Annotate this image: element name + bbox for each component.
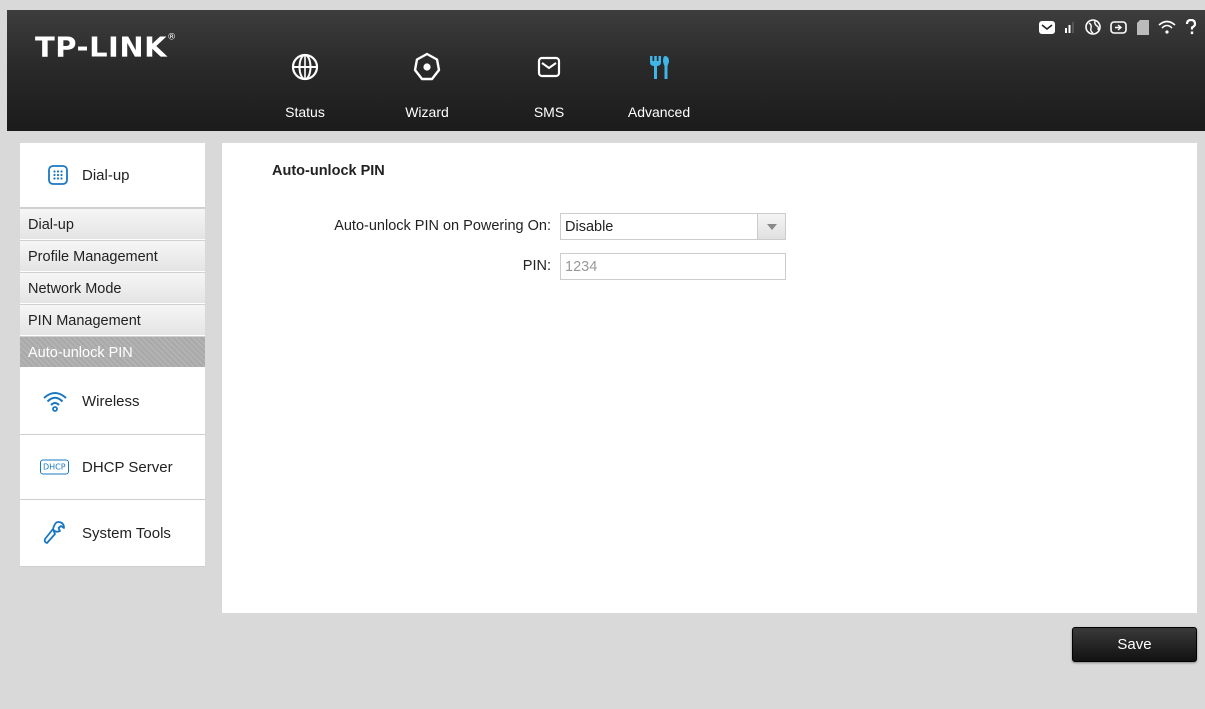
tp-link-logo: TP-LINK® <box>35 30 177 64</box>
nav-sms-label: SMS <box>533 104 565 120</box>
sidebar-item-auto-unlock-pin[interactable]: Auto-unlock PIN <box>20 336 205 368</box>
dhcp-icon: DHCP <box>40 459 69 475</box>
sidebar-item-dialup[interactable]: Dial-up <box>20 208 205 240</box>
sidebar-group-dialup-label: Dial-up <box>82 166 130 184</box>
sms-icon <box>1039 20 1055 34</box>
sidebar-group-system-tools[interactable]: System Tools <box>20 500 205 567</box>
nav-advanced[interactable]: Advanced <box>623 50 695 126</box>
sidebar-item-network-mode[interactable]: Network Mode <box>20 272 205 304</box>
battery-icon <box>1110 20 1127 34</box>
power-on-select[interactable]: Disable <box>560 213 786 240</box>
nav-status[interactable]: Status <box>275 50 335 126</box>
pin-label: PIN: <box>522 258 551 274</box>
nav-status-label: Status <box>285 104 325 120</box>
internet-icon <box>1085 19 1101 35</box>
wrench-icon <box>43 521 65 544</box>
sidebar-group-dialup[interactable]: Dial-up <box>20 143 205 208</box>
gear-icon <box>413 52 441 81</box>
nav-sms[interactable]: SMS <box>519 50 579 126</box>
sd-card-icon <box>1137 19 1149 35</box>
page-title: Auto-unlock PIN <box>272 163 385 179</box>
sidebar-item-profile-management[interactable]: Profile Management <box>20 240 205 272</box>
sidebar-group-dhcp-label: DHCP Server <box>82 458 173 476</box>
sidebar: Dial-up Dial-up Profile Management Netwo… <box>20 143 205 567</box>
chevron-down-icon[interactable] <box>757 214 785 239</box>
sidebar-item-pin-management[interactable]: PIN Management <box>20 304 205 336</box>
nav-wizard[interactable]: Wizard <box>397 50 457 126</box>
nav-wizard-label: Wizard <box>405 104 449 120</box>
sidebar-group-dhcp-server[interactable]: DHCP DHCP Server <box>20 435 205 500</box>
signal-icon <box>1065 22 1074 33</box>
status-icons <box>1039 18 1197 36</box>
top-header: TP-LINK® Status Wizard SMS Advanced <box>7 10 1205 131</box>
sidebar-group-system-tools-label: System Tools <box>82 524 171 542</box>
save-button[interactable]: Save <box>1072 627 1197 662</box>
keypad-icon <box>48 165 68 185</box>
power-on-select-value: Disable <box>565 219 614 235</box>
sidebar-group-wireless-label: Wireless <box>82 392 140 410</box>
nav-advanced-label: Advanced <box>627 104 691 120</box>
wifi-icon <box>43 392 67 412</box>
sidebar-group-wireless[interactable]: Wireless <box>20 368 205 435</box>
power-on-label: Auto-unlock PIN on Powering On: <box>334 218 551 234</box>
tools-icon <box>650 56 669 79</box>
main-panel: Auto-unlock PIN Auto-unlock PIN on Power… <box>222 143 1197 613</box>
pin-input[interactable] <box>560 253 786 280</box>
globe-icon <box>291 53 319 81</box>
envelope-icon <box>537 56 561 78</box>
wifi-icon <box>1158 20 1176 34</box>
help-icon[interactable] <box>1185 19 1197 35</box>
